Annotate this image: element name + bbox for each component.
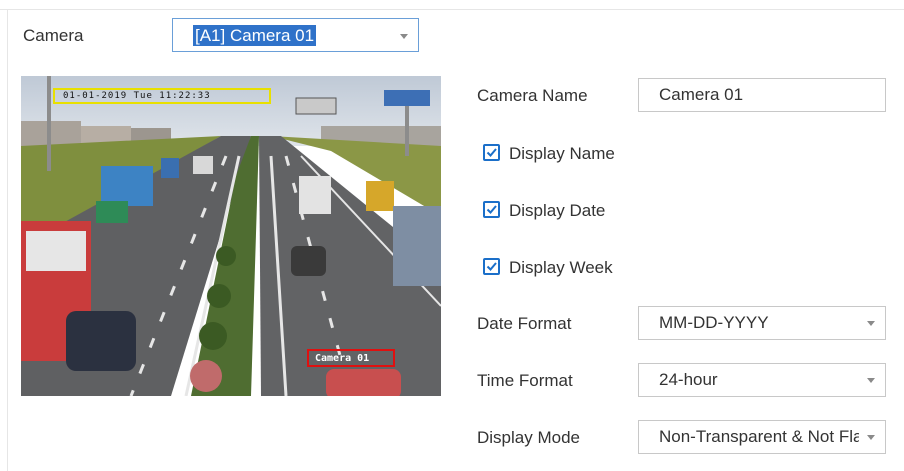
display-name-label: Display Name [509, 144, 615, 163]
checkmark-icon [486, 205, 497, 214]
panel-left-border [7, 9, 8, 471]
display-week-label: Display Week [509, 258, 613, 277]
osd-date-text: 01-01-2019 Tue 11:22:33 [63, 91, 211, 101]
display-date-option[interactable]: Display Date [483, 201, 683, 221]
osd-name-text: Camera 01 [315, 353, 370, 364]
date-format-label: Date Format [477, 314, 572, 333]
chevron-down-icon [867, 321, 875, 326]
display-name-checkbox[interactable] [483, 144, 500, 161]
chevron-down-icon [400, 34, 408, 39]
display-mode-label: Display Mode [477, 428, 580, 447]
time-format-value: 24-hour [659, 370, 718, 389]
display-date-label: Display Date [509, 201, 606, 220]
camera-select[interactable]: [A1] Camera 01 [172, 18, 419, 52]
display-week-option[interactable]: Display Week [483, 258, 683, 278]
camera-preview: 01-01-2019 Tue 11:22:33 Camera 01 [21, 76, 441, 396]
checkmark-icon [486, 262, 497, 271]
camera-name-label: Camera Name [477, 86, 588, 105]
date-format-value: MM-DD-YYYY [659, 313, 769, 332]
time-format-label: Time Format [477, 371, 573, 390]
camera-name-field[interactable]: Camera 01 [638, 78, 886, 112]
date-format-select[interactable]: MM-DD-YYYY [638, 306, 886, 340]
checkmark-icon [486, 148, 497, 157]
camera-label: Camera [23, 26, 84, 45]
osd-name-box[interactable]: Camera 01 [307, 349, 395, 367]
osd-date-box[interactable]: 01-01-2019 Tue 11:22:33 [53, 88, 271, 104]
camera-select-value: [A1] Camera 01 [193, 25, 317, 46]
display-mode-value: Non-Transparent & Not Flashing [659, 427, 859, 446]
display-date-checkbox[interactable] [483, 201, 500, 218]
display-name-option[interactable]: Display Name [483, 144, 683, 164]
panel-top-border [0, 9, 904, 10]
display-week-checkbox[interactable] [483, 258, 500, 275]
camera-name-value: Camera 01 [659, 85, 744, 104]
display-mode-select[interactable]: Non-Transparent & Not Flashing [638, 420, 886, 454]
chevron-down-icon [867, 435, 875, 440]
chevron-down-icon [867, 378, 875, 383]
time-format-select[interactable]: 24-hour [638, 363, 886, 397]
highway-scene [21, 76, 441, 396]
